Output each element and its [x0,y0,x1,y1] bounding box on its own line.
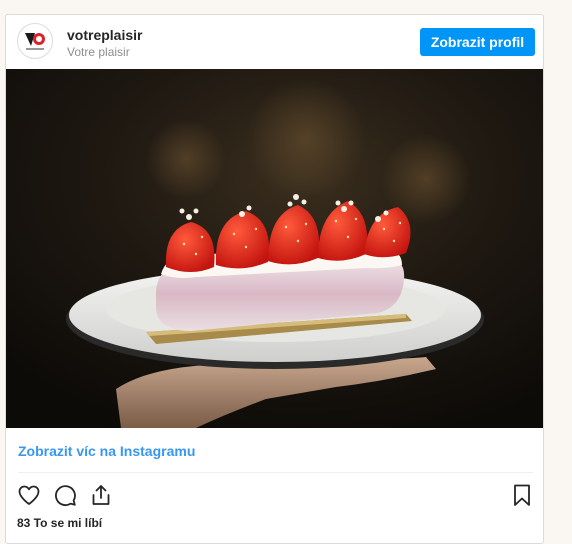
post-header: votreplaisir Votre plaisir Zobrazit prof… [6,15,543,69]
bookmark-icon[interactable] [509,482,535,508]
likes-count[interactable]: 83 To se mi líbí [17,516,102,530]
avatar[interactable] [17,23,53,59]
view-profile-button[interactable]: Zobrazit profil [420,28,535,56]
username[interactable]: votreplaisir [67,27,142,43]
eclair-photo [6,69,543,428]
instagram-embed: votreplaisir Votre plaisir Zobrazit prof… [5,14,544,544]
display-name: Votre plaisir [67,45,130,59]
votreplaisir-logo-icon [19,25,51,57]
view-more-on-instagram-link[interactable]: Zobrazit víc na Instagramu [18,443,195,459]
post-photo[interactable] [6,69,543,428]
share-icon[interactable] [88,482,114,508]
comment-icon[interactable] [52,482,78,508]
divider [18,472,533,473]
heart-icon[interactable] [16,482,42,508]
